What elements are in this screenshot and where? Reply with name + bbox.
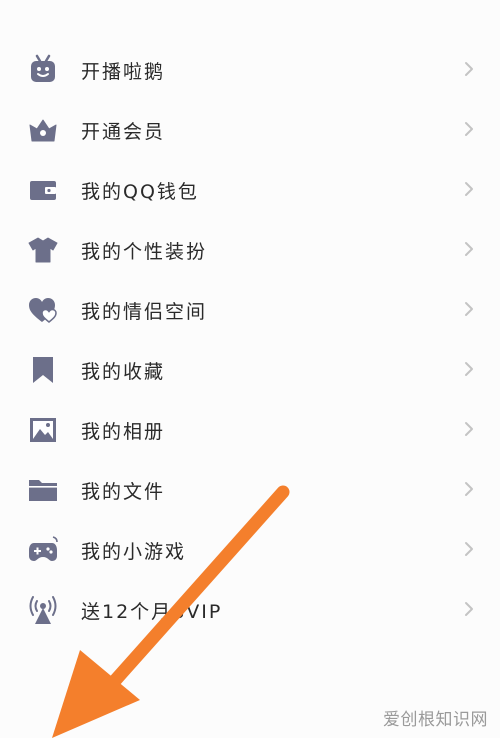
crown-icon	[27, 114, 59, 146]
menu-item-label: 开通会员	[81, 121, 166, 143]
watermark: 爱创根知识网	[383, 710, 488, 730]
menu-item-live[interactable]: 开播啦鹅	[0, 39, 500, 99]
menu-item-label: 我的小游戏	[81, 541, 187, 563]
chevron-right-icon	[462, 240, 476, 258]
menu-item-personalize[interactable]: 我的个性装扮	[0, 219, 500, 279]
broadcast-tower-icon	[27, 594, 59, 626]
chevron-right-icon	[462, 600, 476, 618]
couple-heart-icon	[27, 294, 59, 326]
menu-item-wallet[interactable]: 我的QQ钱包	[0, 159, 500, 219]
menu-item-album[interactable]: 我的相册	[0, 399, 500, 459]
chevron-right-icon	[462, 360, 476, 378]
photo-album-icon	[27, 414, 59, 446]
menu-item-label: 我的收藏	[81, 361, 166, 383]
menu-item-favorites[interactable]: 我的收藏	[0, 339, 500, 399]
chevron-right-icon	[462, 420, 476, 438]
menu-list: 开播啦鹅 开通会员 我的QQ钱包 我的个性装扮 我的情侣空间 我的收藏 我的相册…	[0, 39, 500, 639]
chevron-right-icon	[462, 60, 476, 78]
menu-item-label: 我的相册	[81, 421, 166, 443]
live-tv-icon	[27, 54, 59, 86]
menu-item-label: 我的文件	[81, 481, 166, 503]
menu-item-label: 送12个月SVIP	[81, 601, 223, 623]
menu-item-membership[interactable]: 开通会员	[0, 99, 500, 159]
menu-item-label: 我的情侣空间	[81, 301, 208, 323]
bookmark-icon	[27, 354, 59, 386]
menu-item-label: 开播啦鹅	[81, 61, 166, 83]
menu-item-label: 我的个性装扮	[81, 241, 208, 263]
menu-item-files[interactable]: 我的文件	[0, 459, 500, 519]
gamepad-icon	[27, 534, 59, 566]
chevron-right-icon	[462, 180, 476, 198]
folder-icon	[27, 474, 59, 506]
menu-item-label: 我的QQ钱包	[81, 181, 199, 203]
menu-item-gift-svip[interactable]: 送12个月SVIP	[0, 579, 500, 639]
chevron-right-icon	[462, 480, 476, 498]
chevron-right-icon	[462, 120, 476, 138]
tshirt-icon	[27, 234, 59, 266]
chevron-right-icon	[462, 300, 476, 318]
wallet-icon	[27, 174, 59, 206]
menu-item-couple-space[interactable]: 我的情侣空间	[0, 279, 500, 339]
menu-item-mini-games[interactable]: 我的小游戏	[0, 519, 500, 579]
chevron-right-icon	[462, 540, 476, 558]
